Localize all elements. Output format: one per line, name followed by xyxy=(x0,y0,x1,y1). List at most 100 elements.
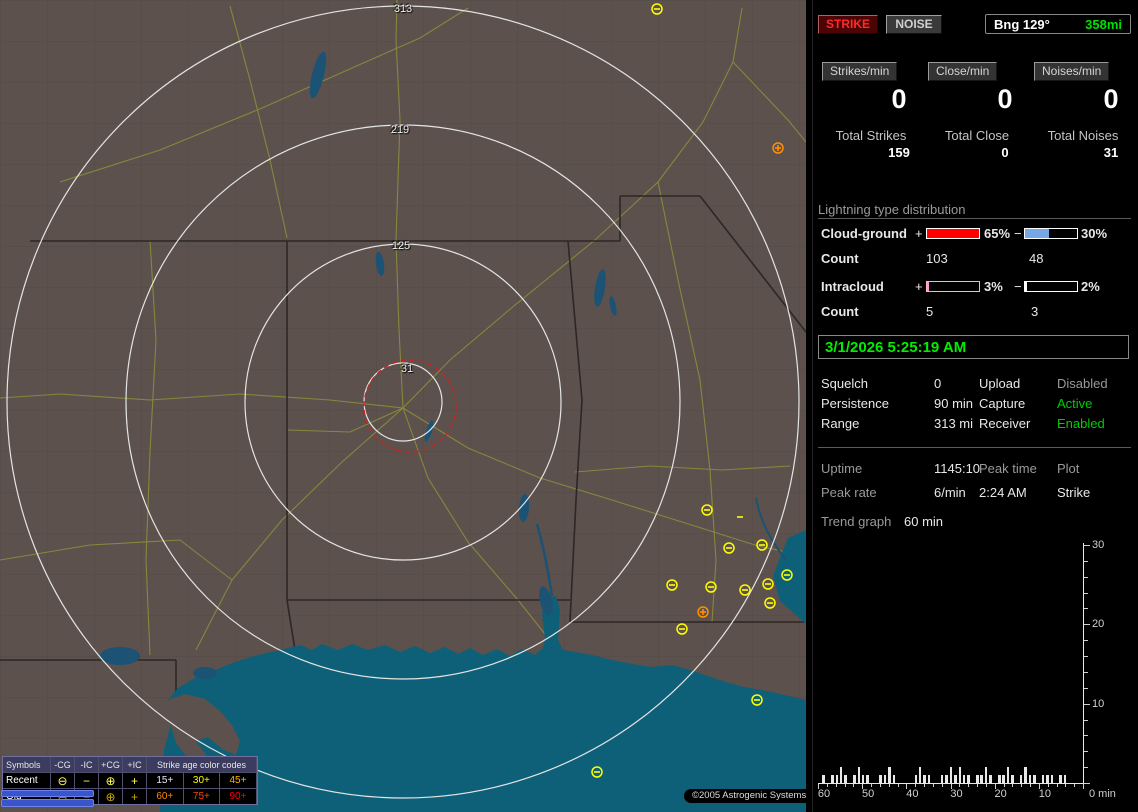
x-tick xyxy=(879,784,881,787)
x-tick xyxy=(897,784,899,787)
x-tick xyxy=(1083,784,1084,789)
trend-bar xyxy=(984,767,988,783)
total-noises-label: Total Noises xyxy=(1047,128,1119,143)
nexstorm-window: 313 219 125 31 Symbols -CG -IC +CG +IC Strike ag… xyxy=(0,0,1138,812)
trend-bar xyxy=(879,775,882,783)
trend-graph-value: 60 min xyxy=(904,514,944,529)
minus-sign: − xyxy=(1014,279,1022,294)
intracloud-label: Intracloud xyxy=(821,279,884,294)
x-tick xyxy=(871,784,872,787)
x-tick xyxy=(932,784,934,787)
strike-button[interactable]: STRIKE xyxy=(818,15,878,34)
pos-cg-symbol: ⊕ xyxy=(99,788,123,804)
total-strikes-label: Total Strikes xyxy=(835,128,907,143)
x-tick xyxy=(1074,784,1076,787)
noises-per-min-value: 0 xyxy=(1103,84,1119,114)
y-tick xyxy=(1084,592,1088,594)
legend-header-pos-cg: +CG xyxy=(99,757,123,772)
settings-row-2: Persistence 90 min Capture Active xyxy=(813,396,1138,412)
trend-bar xyxy=(1028,775,1032,783)
age-code: 15+ xyxy=(147,772,184,788)
legend-header-neg-cg: -CG xyxy=(51,757,75,772)
strikes-per-min-value: 0 xyxy=(891,84,907,114)
trend-bar xyxy=(1006,767,1010,783)
cg-positive-bar xyxy=(926,228,980,239)
ic-positive-pct: 3% xyxy=(984,279,1003,294)
cg-positive-fill xyxy=(927,229,979,238)
bearing-distance: 358mi xyxy=(1085,16,1122,32)
receiver-label: Receiver xyxy=(979,416,1031,431)
trend-zero-label: 0 min xyxy=(1089,788,1116,800)
divider xyxy=(818,218,1131,219)
y-tick xyxy=(1084,640,1088,642)
squelch-value: 0 xyxy=(934,376,942,391)
x-tick xyxy=(1056,784,1058,787)
x-tick-label: 40 xyxy=(906,788,919,800)
trend-bar xyxy=(949,767,953,783)
peak-time-label: Peak time xyxy=(979,461,1037,476)
trend-graph: 0 min 10 20 30 60 50 40 30 20 10 xyxy=(813,539,1138,812)
cloud-ground-label: Cloud-ground xyxy=(821,226,907,241)
trend-bar xyxy=(1033,775,1036,783)
cg-negative-bar xyxy=(1024,228,1078,239)
y-tick xyxy=(1084,576,1088,578)
age-code: 60+ xyxy=(147,788,184,804)
upload-label: Upload xyxy=(979,376,1021,391)
trend-bar xyxy=(853,775,856,783)
trend-bar xyxy=(1041,775,1045,783)
ic-positive-fill xyxy=(927,282,930,291)
trend-bar xyxy=(822,775,825,783)
total-close-label: Total Close xyxy=(944,128,1010,143)
trend-bar xyxy=(839,767,843,783)
close-per-min-box: Close/min xyxy=(928,62,998,81)
lightning-map[interactable]: 313 219 125 31 Symbols -CG -IC +CG +IC Strike ag… xyxy=(0,0,806,812)
trend-bar xyxy=(927,775,931,783)
noise-button[interactable]: NOISE xyxy=(886,15,942,34)
trend-bar xyxy=(998,775,1001,783)
trend-bar xyxy=(954,775,957,783)
age-code: 75+ xyxy=(183,788,221,804)
noises-per-min-box: Noises/min xyxy=(1034,62,1110,81)
plus-sign: + xyxy=(915,279,923,294)
trend-bar xyxy=(1019,775,1023,783)
trend-bar xyxy=(940,775,944,783)
y-tick xyxy=(1084,767,1088,769)
plot-label: Plot xyxy=(1057,461,1080,476)
persistence-label: Persistence xyxy=(821,396,889,411)
trend-graph-row: Trend graph 60 min xyxy=(813,514,1138,530)
x-tick xyxy=(941,784,943,787)
y-tick xyxy=(1084,735,1088,737)
cg-count-row: Count 103 48 xyxy=(813,251,1138,267)
total-close-value: 0 xyxy=(1001,145,1009,160)
trend-bar xyxy=(831,775,834,783)
ic-negative-pct: 2% xyxy=(1081,279,1100,294)
total-strikes-value: 159 xyxy=(888,145,910,160)
x-tick xyxy=(985,784,987,787)
uptime-row: Uptime 1145:10 Peak time Plot xyxy=(813,461,1138,477)
cg-negative-count: 48 xyxy=(1029,251,1044,266)
peak-rate-row: Peak rate 6/min 2:24 AM Strike xyxy=(813,485,1138,501)
trend-bar xyxy=(923,775,926,783)
x-tick xyxy=(1065,784,1067,787)
trend-bar xyxy=(892,775,896,783)
trend-bar xyxy=(967,775,970,783)
y-tick xyxy=(1084,703,1090,705)
count-label: Count xyxy=(821,304,859,319)
trend-bar xyxy=(888,767,891,783)
trend-bar xyxy=(861,775,865,783)
neg-ic-symbol: − xyxy=(75,772,99,788)
y-tick xyxy=(1084,751,1088,753)
ic-positive-count: 5 xyxy=(926,304,934,319)
status-panel: STRIKE NOISE Bng 129° 358mi Strikes/min … xyxy=(812,0,1138,812)
uptime-value: 1145:10 xyxy=(934,461,981,476)
y-tick xyxy=(1084,656,1088,658)
trend-bar xyxy=(958,767,961,783)
trend-bar xyxy=(962,775,966,783)
minus-sign: − xyxy=(1014,226,1022,241)
trend-bar xyxy=(1059,775,1062,783)
capture-status: Active xyxy=(1057,396,1093,411)
trend-bar xyxy=(866,775,869,783)
plot-value: Strike xyxy=(1057,485,1091,500)
y-tick-label: 10 xyxy=(1092,697,1105,710)
upload-status: Disabled xyxy=(1057,376,1108,391)
